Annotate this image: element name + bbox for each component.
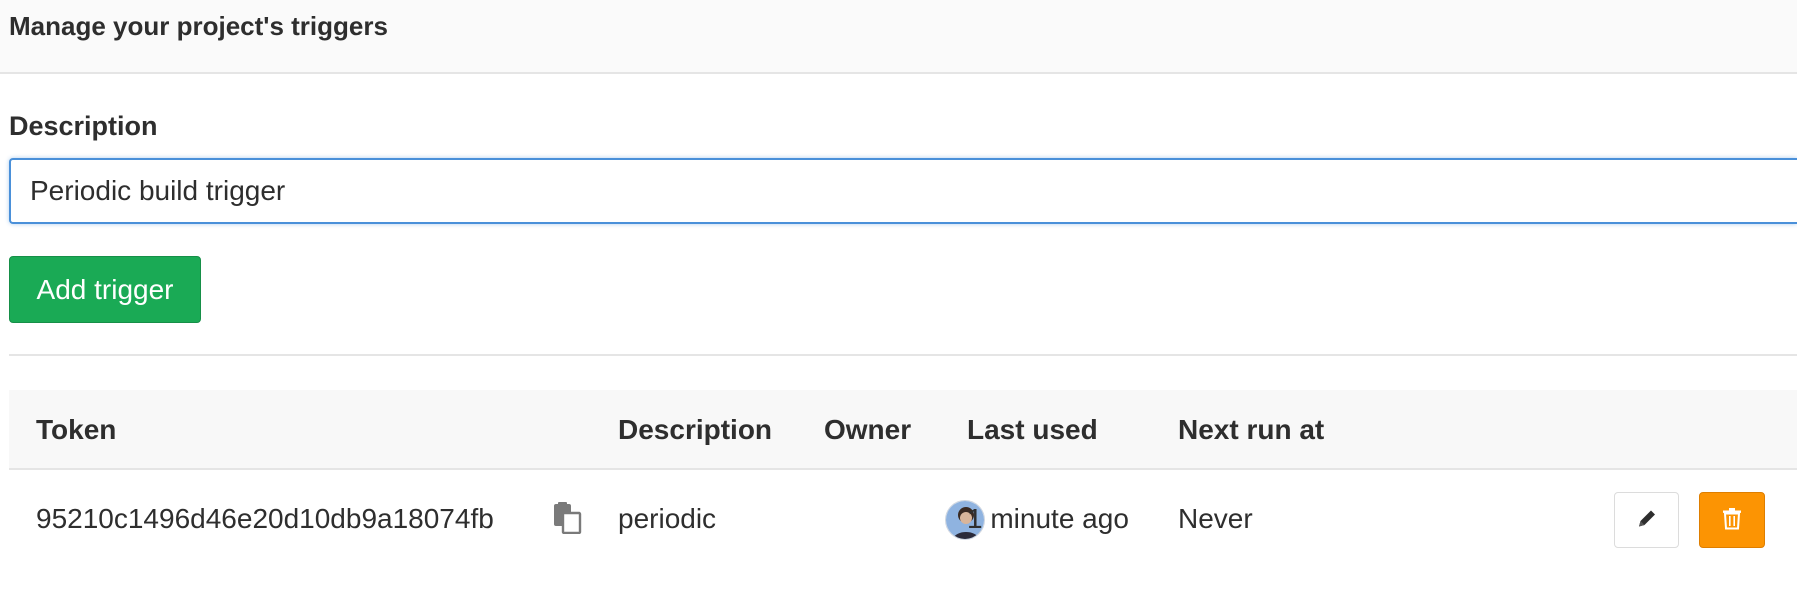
trigger-last-used: 1 minute ago xyxy=(967,503,1129,534)
table-row: 95210c1496d46e20d10db9a18074fb periodic … xyxy=(9,470,1797,570)
panel-title: Manage your project's triggers xyxy=(9,11,388,41)
section-divider xyxy=(9,354,1797,356)
column-header-owner: Owner xyxy=(824,414,912,445)
panel-header: Manage your project's triggers xyxy=(0,0,1797,74)
trigger-next-run-at: Never xyxy=(1178,503,1253,534)
description-label: Description xyxy=(9,111,158,141)
trigger-token: 95210c1496d46e20d10db9a18074fb xyxy=(36,503,494,534)
description-input[interactable] xyxy=(9,158,1797,224)
column-header-description: Description xyxy=(618,414,773,445)
pencil-icon xyxy=(1636,508,1658,533)
column-header-next-run-at: Next run at xyxy=(1178,414,1325,445)
column-header-last-used: Last used xyxy=(967,414,1098,445)
trigger-description: periodic xyxy=(618,503,717,534)
triggers-table-header: Token Description Owner Last used Next r… xyxy=(9,390,1797,470)
delete-trigger-button[interactable] xyxy=(1699,492,1765,548)
edit-trigger-button[interactable] xyxy=(1614,492,1679,548)
add-trigger-button[interactable]: Add trigger xyxy=(9,256,201,323)
trash-icon xyxy=(1722,508,1742,533)
column-header-token: Token xyxy=(36,414,117,445)
copy-to-clipboard-icon[interactable] xyxy=(552,502,582,535)
